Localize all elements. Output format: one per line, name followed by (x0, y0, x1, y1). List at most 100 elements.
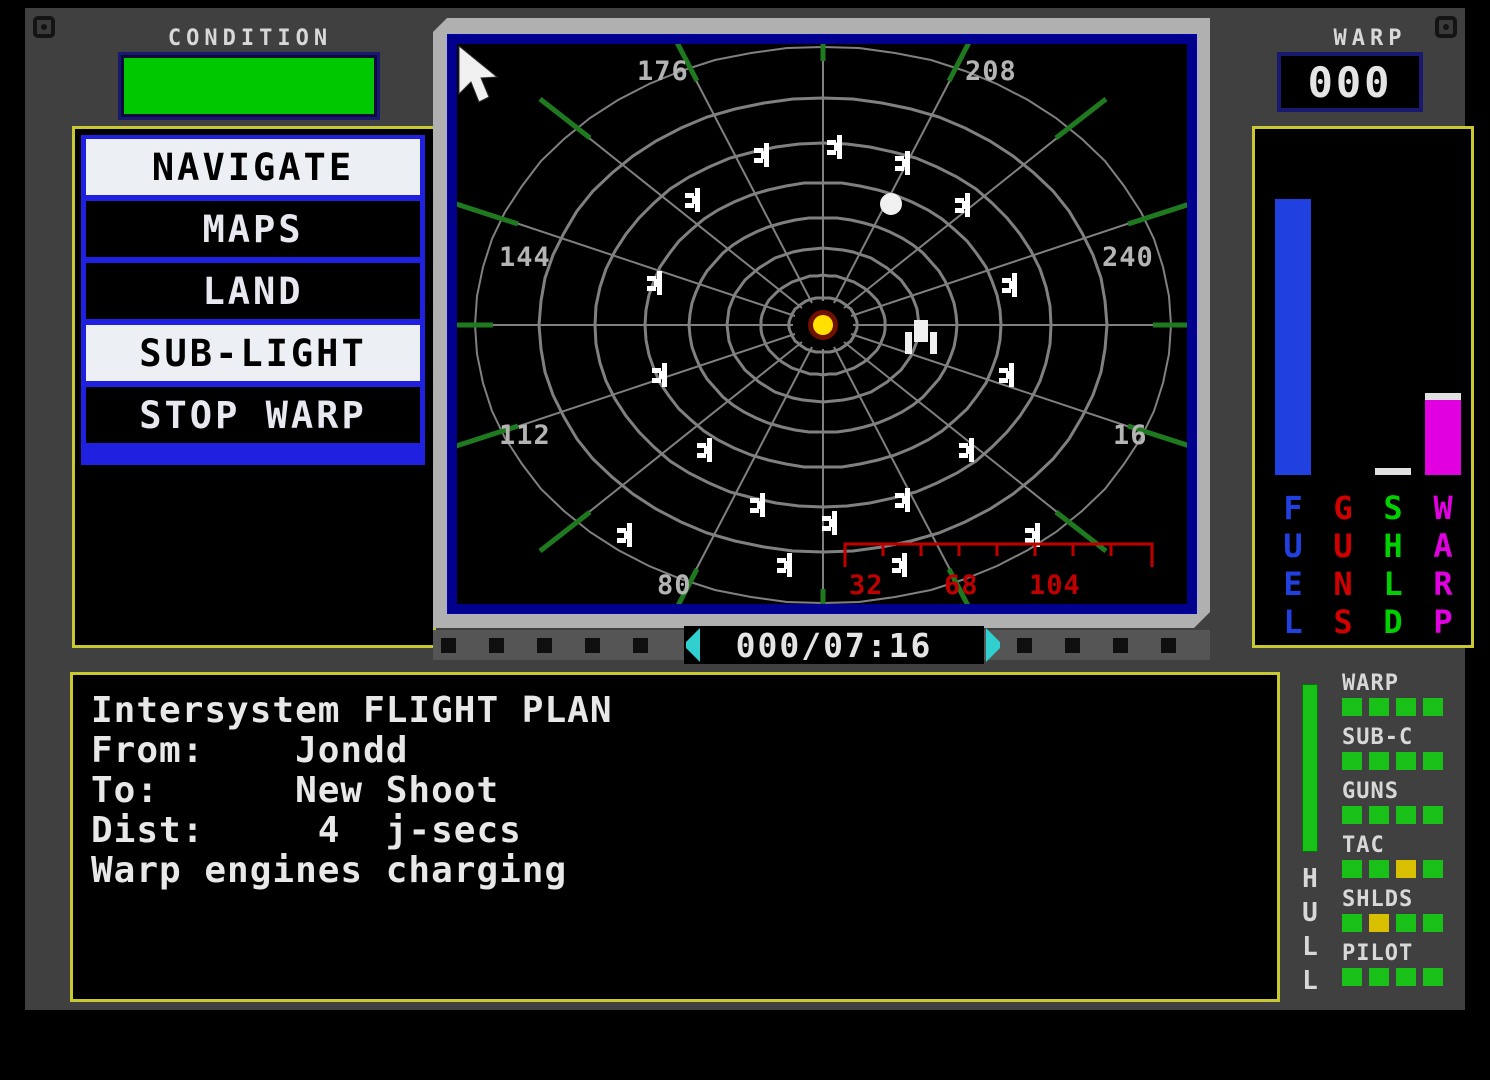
mouse-cursor (458, 44, 499, 103)
condition-gauge (118, 52, 380, 120)
gauge-fuel-bar (1275, 199, 1311, 475)
vent-slot (1161, 638, 1176, 653)
gauge-shld: SHLD (1369, 129, 1417, 645)
clock-left-arrow-icon (686, 628, 700, 662)
status-led-ok (1396, 806, 1416, 824)
system-guns: GUNS (1342, 780, 1472, 824)
clock-right-arrow-icon (986, 628, 1000, 662)
gauge-warp-marker (1425, 393, 1461, 400)
navigation-menu-panel: NAVIGATE MAPS LAND SUB-LIGHT STOP WARP (72, 126, 436, 648)
vent-slot (1113, 638, 1128, 653)
status-led-ok (1342, 860, 1362, 878)
system-name: PILOT (1342, 941, 1414, 966)
system-name: SHLDS (1342, 887, 1414, 912)
menu-item-sub-light[interactable]: SUB-LIGHT (86, 325, 420, 381)
bearing-label-112: 112 (499, 420, 551, 451)
status-led-ok (1423, 752, 1443, 770)
systems-gauge-panel: FUEL GUNS SHLD WARP (1252, 126, 1474, 648)
bearing-label-16: 16 (1113, 420, 1148, 451)
radar-grid (457, 44, 1187, 604)
screw-bolt-icon (33, 16, 55, 38)
star-blip (697, 438, 712, 462)
menu-item-navigate[interactable]: NAVIGATE (86, 139, 420, 195)
status-led-warn (1396, 860, 1416, 878)
gauge-shld-marker (1375, 468, 1411, 475)
bearing-label-240: 240 (1102, 242, 1154, 273)
status-led-ok (1423, 806, 1443, 824)
radar-bezel: 144 112 176 208 240 16 80 32 68 104 (433, 18, 1210, 628)
status-led-ok (1342, 914, 1362, 932)
gauge-shld-label: SHLD (1383, 489, 1403, 641)
gauge-guns-label: GUNS (1333, 489, 1353, 641)
navigation-menu-list: NAVIGATE MAPS LAND SUB-LIGHT STOP WARP (81, 135, 425, 465)
star-blip (754, 143, 769, 167)
gauge-fuel: FUEL (1269, 129, 1317, 645)
status-led-ok (1396, 698, 1416, 716)
hull-integrity-bar (1302, 684, 1318, 852)
vent-slot (441, 638, 456, 653)
system-name: SUB-C (1342, 725, 1414, 750)
star-blip (777, 553, 792, 577)
status-led-ok (1396, 752, 1416, 770)
flight-plan-line: From: Jondd (91, 730, 409, 771)
range-label-104: 104 (1029, 570, 1081, 601)
status-led-ok (1342, 968, 1362, 986)
gauge-warp: WARP (1419, 129, 1467, 645)
hull-label: HULL (1302, 864, 1318, 996)
planet-marker[interactable] (880, 193, 902, 215)
system-warp: WARP (1342, 672, 1472, 716)
system-sub-c: SUB-C (1342, 726, 1472, 770)
system-tac: TAC (1342, 834, 1472, 878)
star-blip (822, 511, 837, 535)
status-led-ok (1396, 968, 1416, 986)
system-name: TAC (1342, 833, 1385, 858)
menu-item-maps[interactable]: MAPS (86, 201, 420, 257)
vent-slot (585, 638, 600, 653)
radar-frame: 144 112 176 208 240 16 80 32 68 104 (447, 34, 1197, 614)
gauge-guns: GUNS (1319, 129, 1367, 645)
vent-slot (1065, 638, 1080, 653)
condition-label: CONDITION (167, 26, 333, 51)
status-led-ok (1342, 806, 1362, 824)
system-name: WARP (1342, 671, 1399, 696)
menu-item-stop-warp[interactable]: STOP WARP (86, 387, 420, 443)
status-led-ok (1342, 752, 1362, 770)
status-led-ok (1396, 914, 1416, 932)
gauge-warp-bar (1425, 400, 1461, 475)
warp-readout: 000 (1277, 52, 1423, 112)
sun-marker (813, 315, 833, 335)
star-blip (827, 135, 842, 159)
status-led-ok (1423, 860, 1443, 878)
star-blip (685, 188, 700, 212)
menu-item-land[interactable]: LAND (86, 263, 420, 319)
range-label-32: 32 (849, 570, 884, 601)
flight-plan-line: Dist: 4 j-secs (91, 810, 522, 851)
vent-slot (1017, 638, 1032, 653)
flight-plan-line: Warp engines charging (91, 850, 568, 891)
status-led-warn (1369, 914, 1389, 932)
system-name: GUNS (1342, 779, 1399, 804)
game-console: CONDITION NAVIGATE MAPS LAND SUB-LIGHT STOP … (25, 8, 1474, 1010)
condition-gauge-fill (124, 58, 374, 114)
systems-status-panel: HULL WARP SUB-C GUNS TAC SHLDS PILOT (1290, 672, 1475, 1002)
radar-display[interactable]: 144 112 176 208 240 16 80 32 68 104 (457, 44, 1187, 604)
status-led-ok (1369, 860, 1389, 878)
status-led-ok (1423, 698, 1443, 716)
star-blip (617, 523, 632, 547)
mission-clock: 000/07:16 (684, 626, 984, 665)
flight-plan-panel: Intersystem FLIGHT PLAN From: Jondd To: Ne… (70, 672, 1280, 1002)
status-led-ok (1423, 968, 1443, 986)
bearing-label-144: 144 (499, 242, 551, 273)
bearing-label-80: 80 (657, 570, 692, 601)
star-blip (959, 438, 974, 462)
vent-slot (633, 638, 648, 653)
status-led-ok (1423, 914, 1443, 932)
system-shlds: SHLDS (1342, 888, 1472, 932)
status-led-ok (1369, 752, 1389, 770)
flight-plan-line: To: New Shoot (91, 770, 500, 811)
status-led-ok (1342, 698, 1362, 716)
bearing-label-176: 176 (637, 56, 689, 87)
star-blip (1002, 273, 1017, 297)
star-blip (892, 553, 907, 577)
warp-label: WARP (1333, 26, 1407, 51)
